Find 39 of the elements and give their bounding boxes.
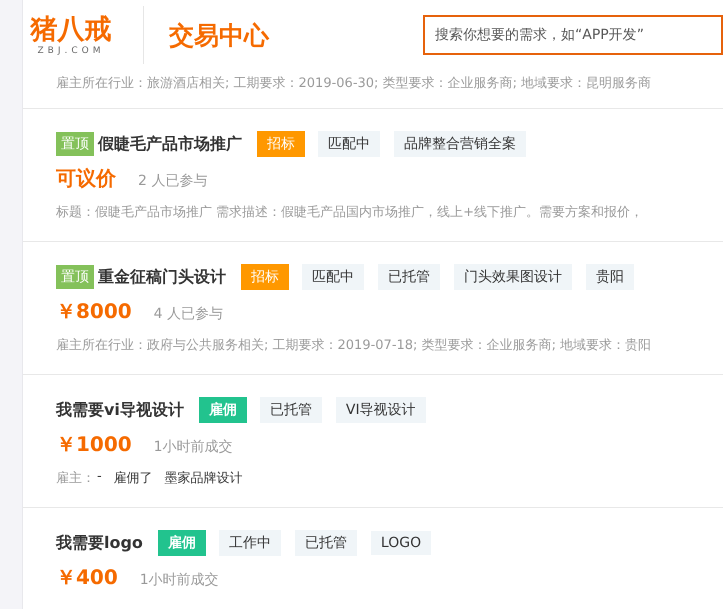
listing-details: 雇佣了 — [114, 470, 153, 487]
listing-tag: 招标 — [241, 264, 289, 290]
listing-tag: 工作中 — [218, 530, 281, 556]
listing-tag: 匹配中 — [302, 264, 364, 290]
listing-tag: 匹配中 — [318, 131, 380, 157]
listing-tag: 招标 — [257, 131, 305, 157]
listing-title[interactable]: 重金征稿门头设计 — [98, 266, 226, 288]
listing-details: 雇主所在行业：政府与公共服务相关; 工期要求：2019-07-18; 类型要求：企业服务商; 地域要求：贵阳 — [56, 337, 652, 354]
listing-status: 1小时前成交 — [140, 571, 219, 589]
listing-status: 2 人已参与 — [138, 172, 208, 190]
listing-details: 雇主： — [56, 470, 95, 487]
listing-tag: VI导视设计 — [336, 397, 426, 423]
section-title: 交易中心 — [169, 20, 269, 52]
pinned-badge: 置顶 — [56, 265, 94, 289]
search-field[interactable]: 搜索你想要的需求，如“APP开发” — [423, 15, 723, 55]
listing-details: 墨家品牌设计 — [164, 470, 243, 487]
listing-tag: LOGO — [370, 531, 432, 555]
listing-price: 可议价 — [56, 165, 116, 192]
listing-tag: 雇佣 — [198, 397, 247, 423]
listing-status: 4 人已参与 — [154, 305, 224, 323]
listing-price: ￥8000 — [56, 298, 132, 325]
listing-details: 雇主所在行业：旅游酒店相关; 工期要求：2019-06-30; 类型要求：企业服务商; 地域要求：昆明服务商 — [56, 76, 652, 91]
listing-price: ￥1000 — [56, 431, 132, 458]
listing-status: 1小时前成交 — [154, 438, 233, 456]
logo-domain: ZBJ.COM — [38, 46, 104, 56]
listing-tag: 雇佣 — [158, 530, 206, 556]
listing-tag: 已托管 — [378, 264, 440, 290]
listing-details: - — [97, 469, 102, 486]
listing-tag: 已托管 — [294, 530, 357, 556]
listing-tag: 品牌整合营销全案 — [394, 131, 526, 157]
listing-price: ￥400 — [56, 564, 118, 591]
listing-title[interactable]: 我需要logo — [56, 532, 143, 554]
listing-title[interactable]: 我需要vi导视设计 — [56, 400, 184, 420]
listing-title[interactable]: 假睫毛产品市场推广 — [98, 134, 242, 154]
listing-tag: 已托管 — [260, 397, 322, 423]
listing-tag: 贵阳 — [586, 264, 634, 290]
pinned-badge: 置顶 — [56, 132, 94, 156]
listing-details: 标题：假睫毛产品市场推广 需求描述：假睫毛产品国内市场推广，线上+线下推广。需要方案和报价， — [56, 204, 644, 221]
listing-tag: 门头效果图设计 — [454, 264, 572, 290]
